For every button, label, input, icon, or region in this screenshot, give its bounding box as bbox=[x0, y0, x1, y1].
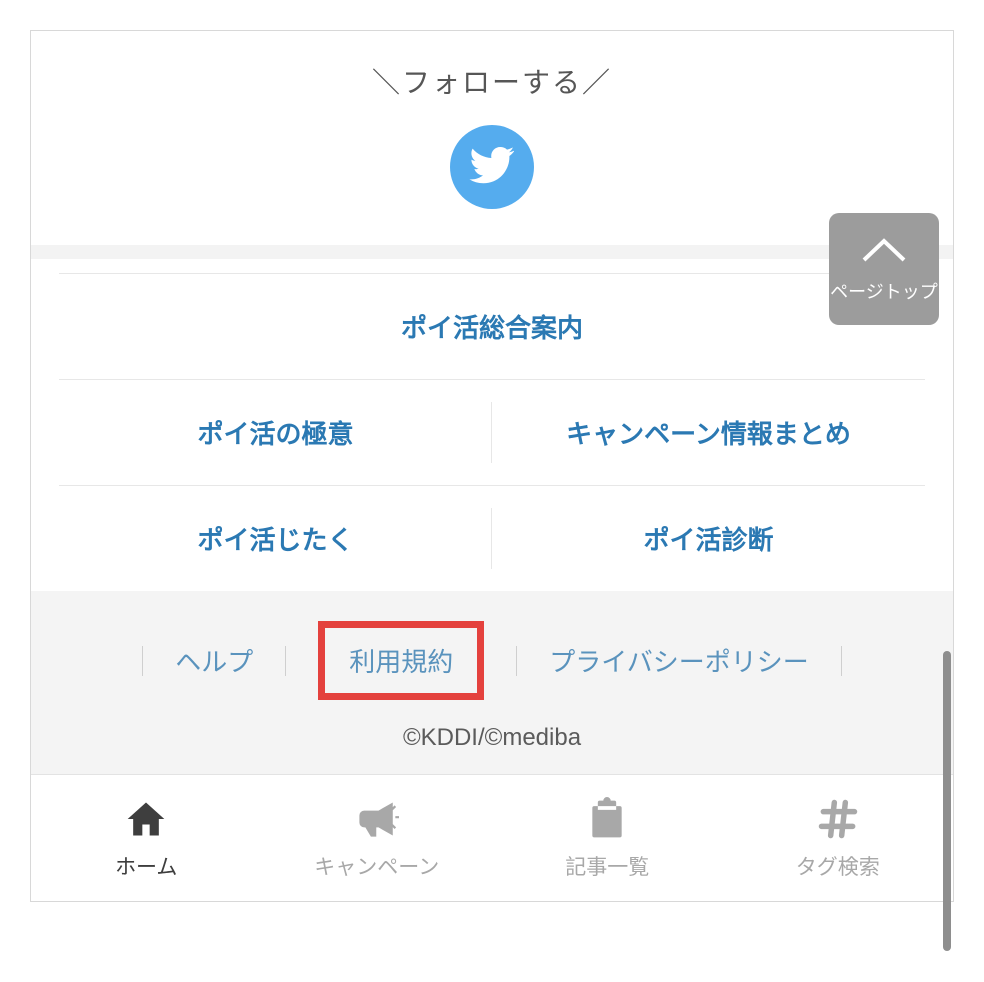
separator bbox=[841, 646, 842, 676]
footer-link-help[interactable]: ヘルプ bbox=[171, 636, 257, 685]
twitter-follow-button[interactable] bbox=[450, 125, 534, 209]
nav-articles[interactable]: 記事一覧 bbox=[492, 775, 723, 901]
footer-links: ヘルプ 利用規約 プライバシーポリシー bbox=[114, 621, 870, 700]
nav-label: 記事一覧 bbox=[492, 851, 723, 881]
category-link-campaign-summary[interactable]: キャンペーン情報まとめ bbox=[492, 380, 925, 485]
twitter-icon bbox=[468, 141, 516, 194]
category-row: ポイ活の極意 キャンペーン情報まとめ bbox=[59, 380, 925, 486]
nav-home[interactable]: ホーム bbox=[31, 775, 262, 901]
nav-label: キャンペーン bbox=[262, 851, 493, 881]
section-gap bbox=[31, 245, 953, 259]
category-row: ポイ活じたく ポイ活診断 bbox=[59, 486, 925, 591]
category-link-jitaku[interactable]: ポイ活じたく bbox=[59, 486, 492, 591]
bottom-nav: ホーム キャンペーン 記事一覧 タグ検索 bbox=[31, 774, 953, 901]
separator bbox=[285, 646, 286, 676]
nav-campaign[interactable]: キャンペーン bbox=[262, 775, 493, 901]
chevron-up-icon bbox=[859, 235, 909, 270]
follow-section: ＼フォローする／ bbox=[31, 31, 953, 245]
category-links: ポイ活総合案内 ポイ活の極意 キャンペーン情報まとめ ポイ活じたく ポイ活診断 bbox=[31, 259, 953, 591]
footer-link-privacy[interactable]: プライバシーポリシー bbox=[545, 636, 812, 685]
follow-label: ＼フォローする／ bbox=[31, 61, 953, 101]
nav-label: タグ検索 bbox=[723, 851, 954, 881]
footer-zone: ヘルプ 利用規約 プライバシーポリシー ©KDDI/©mediba bbox=[31, 591, 953, 774]
hashtag-icon bbox=[723, 797, 954, 841]
separator bbox=[142, 646, 143, 676]
megaphone-icon bbox=[262, 797, 493, 841]
scrollbar[interactable] bbox=[943, 651, 951, 951]
separator bbox=[516, 646, 517, 676]
page-container: ＼フォローする／ ページトップ ポイ活総合案内 ポイ活の極意 キャンペーン情報ま… bbox=[30, 30, 954, 902]
footer-link-terms[interactable]: 利用規約 bbox=[349, 647, 453, 677]
category-row: ポイ活総合案内 bbox=[59, 273, 925, 380]
category-link-gokui[interactable]: ポイ活の極意 bbox=[59, 380, 492, 485]
clipboard-icon bbox=[492, 797, 723, 841]
nav-tag-search[interactable]: タグ検索 bbox=[723, 775, 954, 901]
category-link-shindan[interactable]: ポイ活診断 bbox=[492, 486, 925, 591]
terms-highlight: 利用規約 bbox=[318, 621, 484, 700]
nav-label: ホーム bbox=[31, 851, 262, 881]
category-link-main[interactable]: ポイ活総合案内 bbox=[59, 274, 925, 379]
home-icon bbox=[31, 797, 262, 841]
copyright-text: ©KDDI/©mediba bbox=[31, 724, 953, 752]
